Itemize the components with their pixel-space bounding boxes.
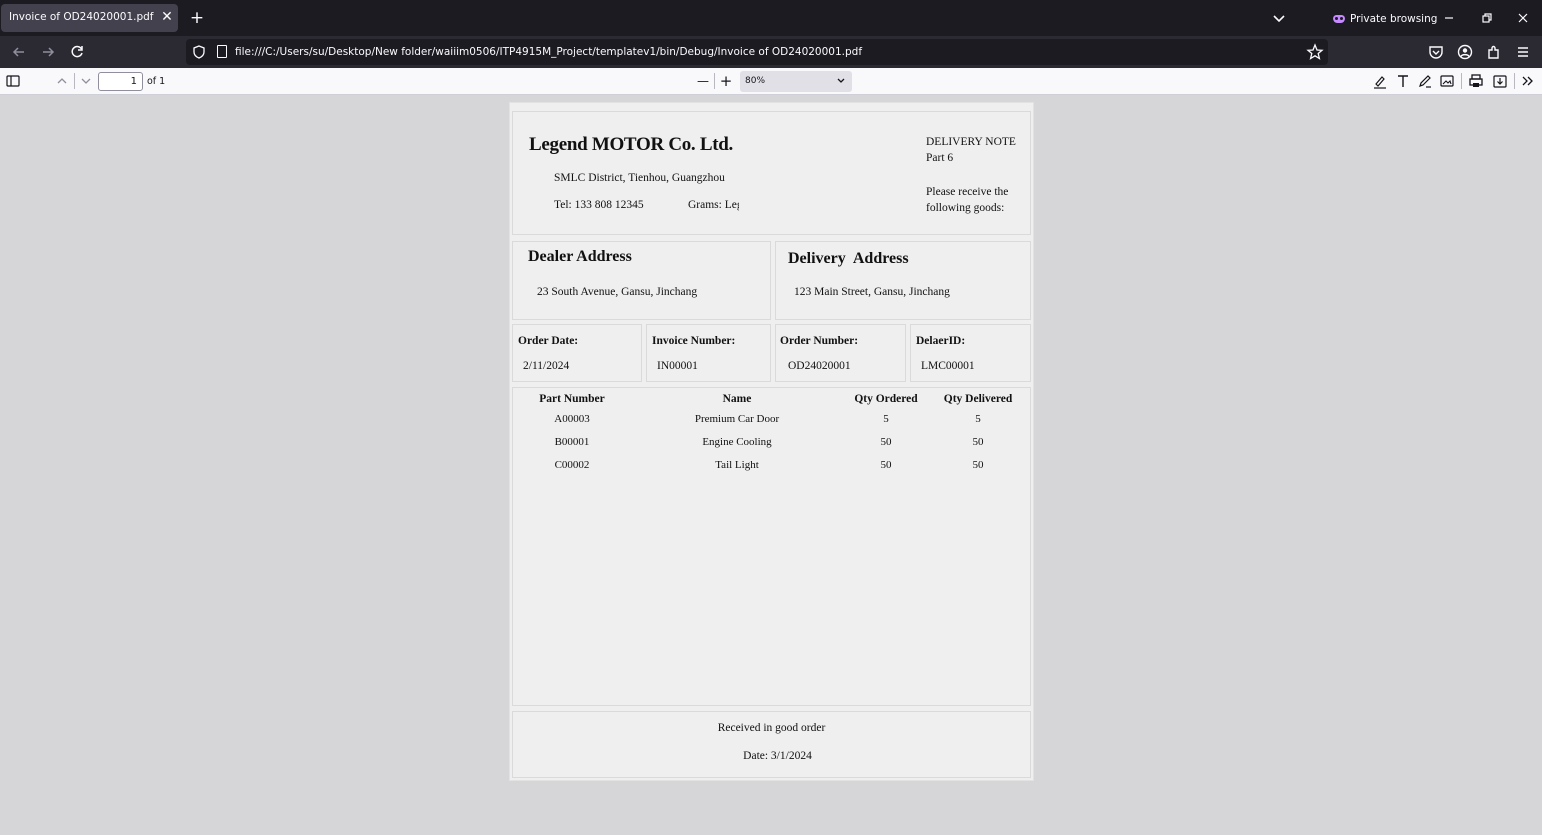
page-count: of 1 bbox=[147, 76, 166, 87]
delivery-note-title: DELIVERY NOTE bbox=[926, 136, 1016, 148]
back-icon[interactable] bbox=[8, 41, 30, 63]
invoice-number-box bbox=[646, 324, 771, 382]
highlight-icon[interactable] bbox=[1370, 72, 1390, 90]
page-number-input[interactable]: 1 bbox=[98, 72, 143, 91]
tab-invoice-pdf[interactable]: Invoice of OD24020001.pdf ✕ bbox=[1, 4, 178, 32]
goods-table bbox=[512, 387, 1031, 706]
chevron-down-icon[interactable] bbox=[1270, 8, 1288, 28]
cell-name: Tail Light bbox=[715, 459, 759, 471]
page-icon bbox=[217, 45, 227, 58]
url-text[interactable]: file:///C:/Users/su/Desktop/New folder/w… bbox=[235, 46, 862, 58]
sidebar-toggle-icon[interactable] bbox=[4, 72, 24, 90]
close-tab-icon[interactable]: ✕ bbox=[159, 7, 175, 27]
dealer-id-box bbox=[910, 324, 1031, 382]
toolbar-separator bbox=[1514, 73, 1515, 89]
order-number-value: OD24020001 bbox=[788, 360, 851, 372]
dealer-id-label: DelaerID: bbox=[916, 335, 966, 347]
table-header-qty-delivered: Qty Delivered bbox=[943, 393, 1013, 405]
save-icon[interactable] bbox=[1490, 72, 1510, 90]
received-date: Date: 3/1/2024 bbox=[743, 750, 812, 762]
table-row: C00002 Tail Light 50 50 bbox=[510, 459, 1033, 479]
dealer-address: 23 South Avenue, Gansu, Jinchang bbox=[537, 286, 698, 298]
cell-qty-delivered: 50 bbox=[972, 436, 984, 448]
minimize-icon[interactable] bbox=[1438, 7, 1460, 29]
received-text: Received in good order bbox=[717, 722, 826, 734]
invoice-number-label: Invoice Number: bbox=[652, 335, 736, 347]
telephone: Tel: 133 808 12345 bbox=[554, 199, 644, 211]
chevron-down-icon bbox=[837, 78, 845, 83]
tab-title: Invoice of OD24020001.pdf bbox=[9, 11, 154, 23]
address-bar[interactable]: file:///C:/Users/su/Desktop/New folder/w… bbox=[186, 39, 1328, 65]
order-date-box bbox=[512, 324, 642, 382]
more-tools-icon[interactable] bbox=[1518, 72, 1538, 90]
pdf-toolbar: 1 of 1 — + 80% bbox=[0, 68, 1542, 95]
cell-qty-delivered: 5 bbox=[975, 413, 981, 425]
text-tool-icon[interactable] bbox=[1393, 72, 1413, 90]
draw-icon[interactable] bbox=[1415, 72, 1435, 90]
tab-bar: Invoice of OD24020001.pdf ✕ + Private br… bbox=[0, 0, 1542, 36]
table-header-qty-ordered: Qty Ordered bbox=[854, 393, 918, 405]
menu-icon[interactable] bbox=[1513, 42, 1533, 62]
delivery-address-title: Delivery Address bbox=[788, 250, 909, 267]
table-row: A00003 Premium Car Door 5 5 bbox=[510, 413, 1033, 433]
print-icon[interactable] bbox=[1466, 72, 1486, 90]
forward-icon[interactable] bbox=[37, 41, 59, 63]
grams: Grams: Legend bbox=[688, 199, 739, 211]
delivery-note-part: Part 6 bbox=[926, 152, 954, 164]
order-number-box bbox=[775, 324, 906, 382]
navigation-toolbar: file:///C:/Users/su/Desktop/New folder/w… bbox=[0, 36, 1542, 68]
cell-qty-ordered: 50 bbox=[880, 436, 892, 448]
cell-name: Engine Cooling bbox=[702, 436, 772, 448]
private-mask-icon bbox=[1333, 15, 1345, 23]
zoom-in-button[interactable]: + bbox=[716, 72, 736, 90]
cell-name: Premium Car Door bbox=[694, 413, 780, 425]
extensions-icon[interactable] bbox=[1484, 42, 1504, 62]
account-icon[interactable] bbox=[1455, 42, 1475, 62]
next-page-icon[interactable] bbox=[76, 72, 96, 90]
cell-qty-ordered: 50 bbox=[880, 459, 892, 471]
zoom-out-button[interactable]: — bbox=[693, 72, 713, 90]
company-name: Legend MOTOR Co. Ltd. bbox=[529, 134, 733, 155]
pdf-page: Legend MOTOR Co. Ltd. SMLC District, Tie… bbox=[509, 102, 1034, 781]
order-number-label: Order Number: bbox=[780, 335, 859, 347]
bookmark-star-icon[interactable] bbox=[1306, 42, 1324, 62]
invoice-number-value: IN00001 bbox=[657, 360, 698, 372]
company-address: SMLC District, Tienhou, Guangzhou bbox=[554, 172, 725, 184]
cell-qty-ordered: 5 bbox=[883, 413, 889, 425]
toolbar-separator bbox=[714, 73, 715, 89]
shield-icon[interactable] bbox=[193, 45, 205, 59]
order-date-value: 2/11/2024 bbox=[523, 360, 570, 372]
cell-part-number: A00003 bbox=[554, 413, 590, 425]
image-icon[interactable] bbox=[1437, 72, 1457, 90]
reload-icon[interactable] bbox=[66, 41, 88, 63]
private-browsing-indicator: Private browsing bbox=[1333, 11, 1437, 27]
previous-page-icon[interactable] bbox=[52, 72, 72, 90]
toolbar-separator bbox=[1461, 73, 1462, 89]
table-header-part-number: Part Number bbox=[539, 393, 605, 405]
cell-part-number: C00002 bbox=[554, 459, 590, 471]
restore-icon[interactable] bbox=[1476, 7, 1498, 29]
table-header-name: Name bbox=[722, 393, 752, 405]
table-row: B00001 Engine Cooling 50 50 bbox=[510, 436, 1033, 456]
dealer-id-value: LMC00001 bbox=[921, 360, 975, 372]
cell-part-number: B00001 bbox=[554, 436, 590, 448]
new-tab-button[interactable]: + bbox=[187, 8, 207, 28]
close-window-icon[interactable] bbox=[1512, 7, 1534, 29]
pocket-icon[interactable] bbox=[1426, 42, 1446, 62]
private-browsing-label: Private browsing bbox=[1350, 13, 1438, 25]
delivery-note-message: Please receive the following goods: bbox=[926, 186, 1009, 214]
zoom-select[interactable]: 80% bbox=[740, 71, 852, 92]
cell-qty-delivered: 50 bbox=[972, 459, 984, 471]
order-date-label: Order Date: bbox=[518, 335, 579, 347]
zoom-value: 80% bbox=[745, 76, 766, 86]
delivery-address: 123 Main Street, Gansu, Jinchang bbox=[794, 286, 950, 298]
dealer-address-title: Dealer Address bbox=[528, 248, 632, 265]
toolbar-separator bbox=[74, 73, 75, 89]
